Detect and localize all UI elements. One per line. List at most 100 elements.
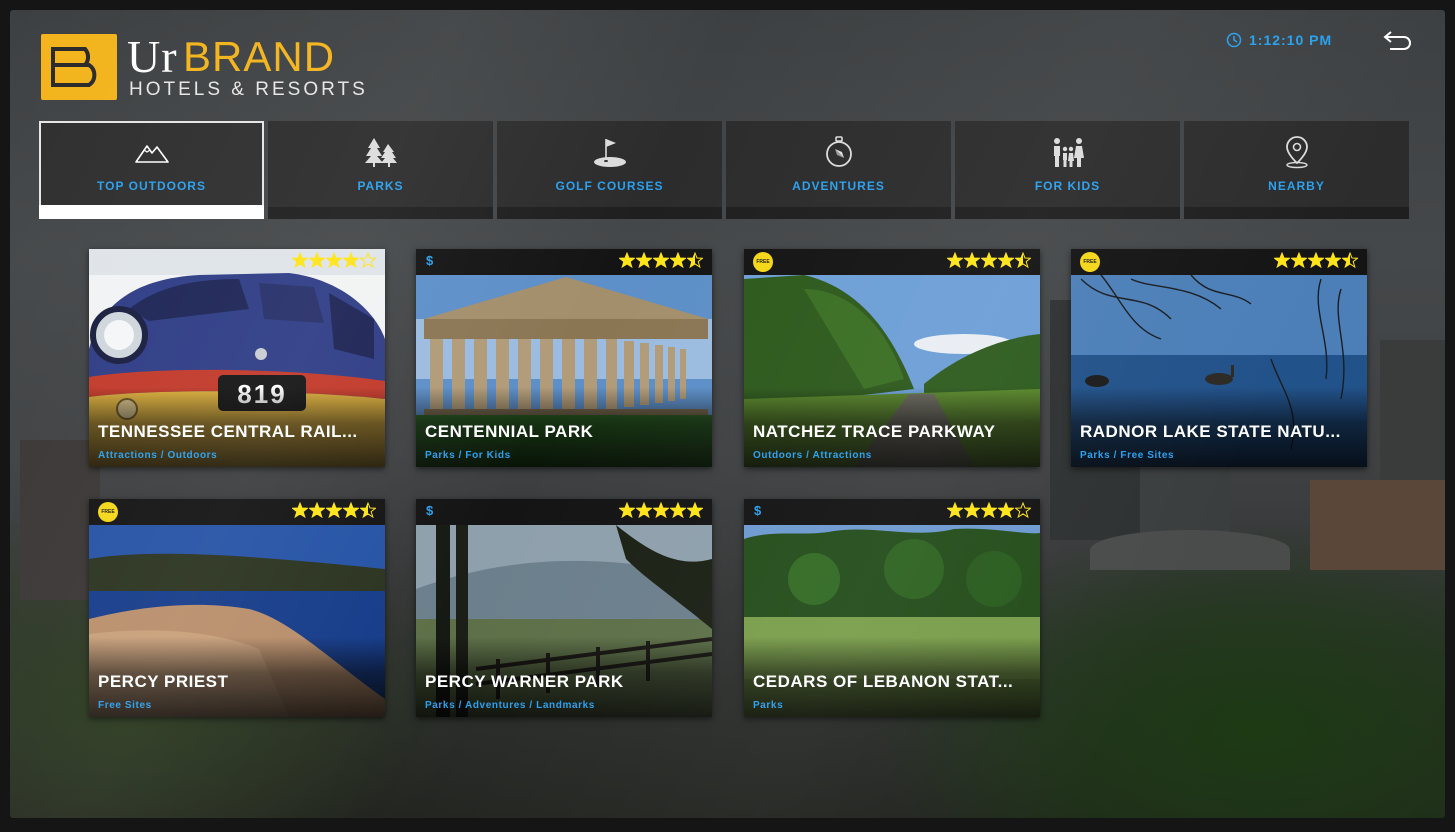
star-full-icon: [653, 502, 669, 518]
tab-golf-courses[interactable]: GOLF COURSES: [497, 121, 722, 219]
background-building: [1310, 480, 1445, 570]
tab-label: PARKS: [357, 179, 404, 193]
star-full-icon: [309, 502, 325, 518]
star-rating: [619, 252, 703, 270]
price-badge: $: [426, 503, 434, 518]
trees-icon: [364, 135, 398, 169]
star-full-icon: [343, 502, 359, 518]
star-full-icon: [947, 502, 963, 518]
attraction-card-natchez-trace-parkway[interactable]: FREE NATCHEZ TRACE PARKWAY Outdoors / At…: [744, 249, 1040, 467]
tab-nearby[interactable]: NEARBY: [1184, 121, 1409, 219]
attraction-card-cedars-of-lebanon[interactable]: $ CEDARS OF LEBANON STAT... Parks: [744, 499, 1040, 717]
kiosk-screen: Ur BRAND HOTELS & RESORTS 1:12:10 PM TOP…: [10, 10, 1445, 818]
star-full-icon: [1291, 252, 1307, 268]
card-title: RADNOR LAKE STATE NATU...: [1080, 422, 1341, 441]
card-tags: Parks: [753, 700, 784, 711]
brand-name-part1: Ur: [127, 31, 178, 82]
card-title: PERCY PRIEST: [98, 672, 229, 691]
golf-flag-icon: [592, 135, 628, 169]
star-full-icon: [998, 252, 1014, 268]
star-full-icon: [964, 252, 980, 268]
star-full-icon: [687, 502, 703, 518]
star-rating: [947, 502, 1031, 520]
free-badge: FREE: [98, 502, 118, 522]
star-full-icon: [636, 252, 652, 268]
tab-label: FOR KIDS: [1034, 179, 1101, 193]
brand-logo: Ur BRAND HOTELS & RESORTS: [41, 31, 365, 104]
brand-mark-icon: [41, 34, 117, 100]
star-empty-icon: [1015, 502, 1031, 518]
star-rating: [947, 252, 1031, 270]
star-full-icon: [947, 252, 963, 268]
tab-parks[interactable]: PARKS: [268, 121, 493, 219]
star-full-icon: [1274, 252, 1290, 268]
attraction-card-tennessee-central-railway[interactable]: 819 TENNESSEE CENTRAL RAIL... Attraction…: [89, 249, 385, 467]
card-tags: Free Sites: [98, 700, 152, 711]
card-title: CENTENNIAL PARK: [425, 422, 594, 441]
star-full-icon: [998, 502, 1014, 518]
category-tabs: TOP OUTDOORS PARKS GOLF COURSES ADVENTUR…: [39, 121, 1413, 219]
star-rating: [292, 252, 376, 270]
star-empty-icon: [360, 252, 376, 268]
star-full-icon: [292, 252, 308, 268]
background-dome: [1090, 530, 1290, 570]
star-full-icon: [670, 502, 686, 518]
card-title: CEDARS OF LEBANON STAT...: [753, 672, 1014, 691]
star-full-icon: [636, 502, 652, 518]
attraction-card-percy-warner-park[interactable]: $ PERCY WARNER PARK Parks / Adventures /…: [416, 499, 712, 717]
tab-label: GOLF COURSES: [555, 179, 664, 193]
mountains-icon: [134, 135, 169, 169]
star-full-icon: [670, 252, 686, 268]
free-badge: FREE: [1080, 252, 1100, 272]
star-full-icon: [1325, 252, 1341, 268]
tab-adventures[interactable]: ADVENTURES: [726, 121, 951, 219]
star-full-icon: [326, 252, 342, 268]
star-full-icon: [964, 502, 980, 518]
brand-name-part2: BRAND: [183, 33, 336, 80]
tab-for-kids[interactable]: FOR KIDS: [955, 121, 1180, 219]
tab-top-outdoors[interactable]: TOP OUTDOORS: [39, 121, 264, 219]
card-title: NATCHEZ TRACE PARKWAY: [753, 422, 996, 441]
compass-icon: [824, 135, 854, 169]
star-full-icon: [343, 252, 359, 268]
back-button[interactable]: [1382, 29, 1414, 51]
star-full-icon: [981, 502, 997, 518]
card-tags: Parks / For Kids: [425, 450, 511, 461]
star-half-icon: [1015, 252, 1031, 268]
clock: 1:12:10 PM: [1226, 30, 1332, 50]
star-full-icon: [326, 502, 342, 518]
star-half-icon: [360, 502, 376, 518]
price-badge: $: [426, 253, 434, 268]
star-full-icon: [309, 252, 325, 268]
star-full-icon: [619, 502, 635, 518]
card-tags: Parks / Free Sites: [1080, 450, 1175, 461]
brand-subtitle: HOTELS & RESORTS: [129, 79, 368, 100]
tab-label: ADVENTURES: [792, 179, 885, 193]
attraction-card-centennial-park[interactable]: $ CENTENNIAL PARK Parks / For Kids: [416, 249, 712, 467]
back-arrow-icon: [1383, 31, 1411, 50]
star-full-icon: [1308, 252, 1324, 268]
attraction-card-percy-priest[interactable]: FREE PERCY PRIEST Free Sites: [89, 499, 385, 717]
attraction-card-radnor-lake[interactable]: FREE RADNOR LAKE STATE NATU... Parks / F…: [1071, 249, 1367, 467]
star-full-icon: [292, 502, 308, 518]
clock-time: 1:12:10 PM: [1249, 32, 1333, 48]
card-tags: Outdoors / Attractions: [753, 450, 872, 461]
card-tags: Attractions / Outdoors: [98, 450, 218, 461]
tab-label: TOP OUTDOORS: [97, 179, 206, 193]
family-icon: [1051, 135, 1085, 169]
star-full-icon: [981, 252, 997, 268]
free-badge: FREE: [753, 252, 773, 272]
card-title: TENNESSEE CENTRAL RAIL...: [98, 422, 358, 441]
star-full-icon: [619, 252, 635, 268]
star-rating: [1274, 252, 1358, 270]
location-pin-icon: [1282, 135, 1312, 169]
background-building: [20, 440, 100, 600]
tab-label: NEARBY: [1268, 179, 1325, 193]
star-rating: [619, 502, 703, 520]
star-half-icon: [1342, 252, 1358, 268]
price-badge: $: [754, 503, 762, 518]
card-title: PERCY WARNER PARK: [425, 672, 624, 691]
card-tags: Parks / Adventures / Landmarks: [425, 700, 595, 711]
star-full-icon: [653, 252, 669, 268]
star-rating: [292, 502, 376, 520]
